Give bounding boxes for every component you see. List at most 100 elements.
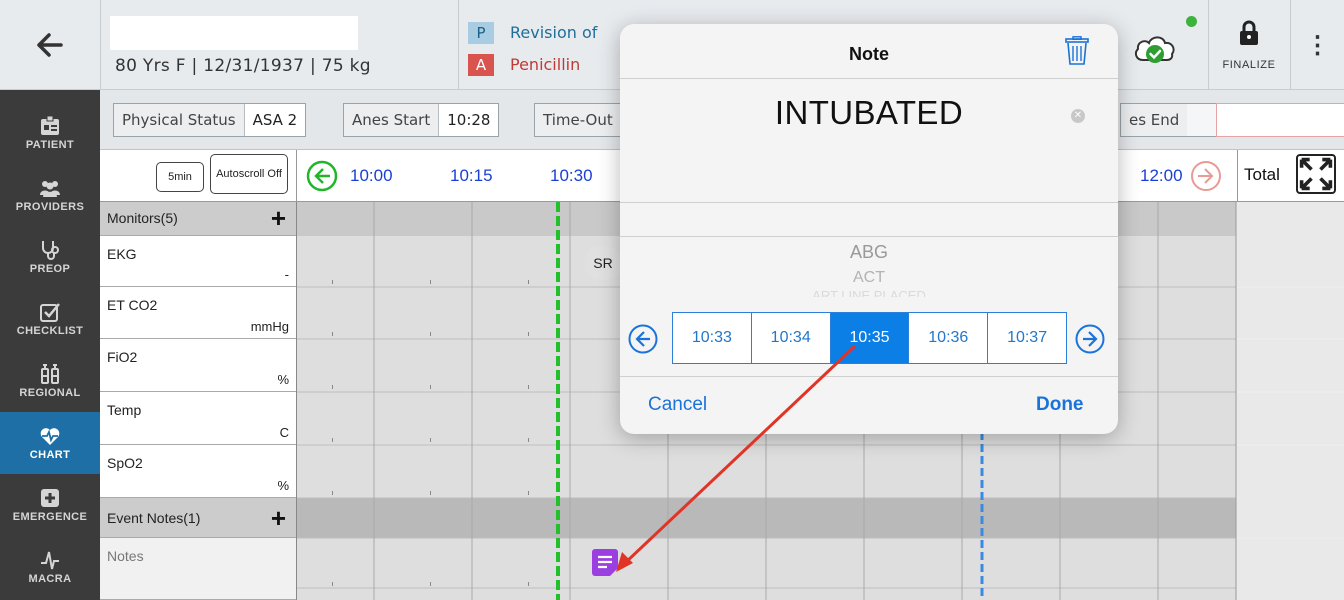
time-selector: 10:33 10:34 10:35 10:36 10:37: [672, 312, 1067, 364]
time-option-selected[interactable]: 10:35: [830, 313, 910, 363]
people-icon: [40, 181, 60, 197]
cancel-button[interactable]: Cancel: [648, 394, 707, 416]
sidebar-item-regional[interactable]: REGIONAL: [0, 350, 100, 412]
sidebar-item-checklist[interactable]: CHECKLIST: [0, 288, 100, 350]
picker-option[interactable]: ART LINE PLACED: [620, 288, 1118, 297]
notes-row[interactable]: Notes: [100, 538, 296, 600]
event-notes-header-label: Event Notes(1): [107, 510, 201, 526]
divider: [1237, 150, 1238, 202]
monitor-row-spo2[interactable]: SpO2 %: [100, 445, 296, 498]
monitor-row-etco2[interactable]: ET CO2 mmHg: [100, 287, 296, 339]
back-button[interactable]: [0, 0, 100, 90]
finalize-button[interactable]: FINALIZE: [1209, 0, 1289, 90]
row-unit: C: [279, 425, 289, 440]
more-menu-button[interactable]: ⋮: [1291, 0, 1344, 90]
sidebar-item-preop[interactable]: PREOP: [0, 226, 100, 288]
time-option[interactable]: 10:33: [673, 313, 752, 363]
procedure-text[interactable]: Revision of: [510, 23, 597, 42]
anes-start-field[interactable]: Anes Start 10:28: [343, 103, 500, 137]
divider: [296, 150, 297, 202]
pulse-icon: [41, 551, 59, 570]
divider: [100, 0, 101, 90]
anes-end-value[interactable]: [1216, 103, 1344, 137]
sidebar-item-label: REGIONAL: [19, 387, 81, 399]
monitors-section-header: Monitors(5) +: [100, 202, 296, 236]
add-monitor-button[interactable]: +: [271, 203, 286, 234]
procedure-badge: P: [468, 22, 494, 44]
expand-icon[interactable]: [1296, 154, 1336, 194]
add-event-note-button[interactable]: +: [271, 503, 286, 534]
heart-pulse-icon: [40, 428, 60, 445]
patient-info: 80 Yrs F | 12/31/1937 | 75 kg: [115, 56, 371, 76]
physical-status-field[interactable]: Physical Status ASA 2: [113, 103, 307, 137]
note-text-input[interactable]: INTUBATED: [620, 94, 1118, 132]
row-name: ET CO2: [107, 297, 158, 313]
picker-option[interactable]: ABG: [620, 242, 1118, 263]
sidebar-item-label: CHART: [29, 449, 71, 461]
sidebar-nav: PATIENT PROVIDERS PREOP CHECKLIST REGION…: [0, 90, 100, 600]
checkbox-icon: [40, 303, 60, 322]
time-option[interactable]: 10:37: [988, 313, 1066, 363]
time-tick-1030: 10:30: [550, 166, 593, 185]
divider: [296, 202, 297, 600]
time-option[interactable]: 10:34: [752, 313, 831, 363]
monitors-header-label: Monitors(5): [107, 210, 178, 226]
interval-button[interactable]: 5min: [156, 162, 204, 192]
monitor-row-fio2[interactable]: FiO2 %: [100, 339, 296, 392]
note-marker-icon[interactable]: [590, 548, 620, 578]
cloud-check-icon[interactable]: [1132, 32, 1178, 66]
scroll-left-icon[interactable]: [306, 160, 338, 192]
sidebar-item-label: PREOP: [29, 263, 71, 275]
rhythm-tag[interactable]: SR: [584, 246, 622, 280]
row-unit: %: [277, 372, 289, 387]
sidebar-item-providers[interactable]: PROVIDERS: [0, 164, 100, 226]
clear-text-icon[interactable]: ✕: [1071, 109, 1085, 123]
monitor-row-temp[interactable]: Temp C: [100, 392, 296, 445]
physical-status-value: ASA 2: [243, 104, 306, 136]
done-button[interactable]: Done: [1036, 394, 1084, 416]
time-prev-icon[interactable]: [628, 324, 658, 354]
patient-name-redacted: [110, 16, 358, 50]
lock-icon: [1240, 20, 1258, 45]
anes-start-value: 10:28: [438, 104, 499, 136]
row-name: FiO2: [107, 349, 138, 365]
sidebar-item-label: CHECKLIST: [16, 325, 84, 337]
physical-status-label: Physical Status: [114, 104, 244, 136]
monitor-row-ekg[interactable]: EKG -: [100, 236, 296, 287]
divider: [620, 78, 1118, 79]
anes-end-label: es End: [1121, 104, 1188, 136]
time-next-icon[interactable]: [1075, 324, 1105, 354]
time-tick-1200: 12:00: [1140, 166, 1183, 185]
trash-icon[interactable]: [1065, 36, 1089, 66]
id-badge-icon: [41, 115, 59, 135]
allergy-text[interactable]: Penicillin: [510, 55, 580, 74]
sidebar-item-patient[interactable]: PATIENT: [0, 102, 100, 164]
row-name: SpO2: [107, 455, 143, 471]
time-tick-1000: 10:00: [350, 166, 393, 185]
time-out-field[interactable]: Time-Out: [534, 103, 634, 137]
time-option[interactable]: 10:36: [909, 313, 989, 363]
note-modal: Note INTUBATED ✕ ABG ACT ART LINE PLACED…: [620, 24, 1118, 434]
sidebar-item-emergence[interactable]: EMERGENCE: [0, 474, 100, 536]
row-name: Notes: [107, 548, 144, 564]
sidebar-item-label: EMERGENCE: [12, 511, 88, 523]
divider: [620, 236, 1118, 237]
sidebar-item-macra[interactable]: MACRA: [0, 536, 100, 598]
autoscroll-button[interactable]: Autoscroll Off: [210, 154, 288, 194]
sidebar-item-chart[interactable]: CHART: [0, 412, 100, 474]
time-tick-1015: 10:15: [450, 166, 493, 185]
syringe-icon: [41, 364, 59, 384]
sync-status-dot: [1186, 16, 1197, 27]
total-label: Total: [1244, 165, 1280, 184]
anes-end-field[interactable]: es End: [1120, 103, 1216, 137]
finalize-label: FINALIZE: [1222, 59, 1276, 71]
time-out-label: Time-Out: [535, 104, 621, 136]
row-unit: mmHg: [250, 319, 289, 334]
scroll-right-icon[interactable]: [1190, 160, 1222, 192]
event-notes-section-header: Event Notes(1) +: [100, 498, 296, 538]
divider: [620, 202, 1118, 203]
picker-option[interactable]: ACT: [620, 269, 1118, 287]
anes-start-label: Anes Start: [344, 104, 439, 136]
arrow-left-icon: [37, 33, 63, 57]
stethoscope-icon: [42, 241, 59, 260]
